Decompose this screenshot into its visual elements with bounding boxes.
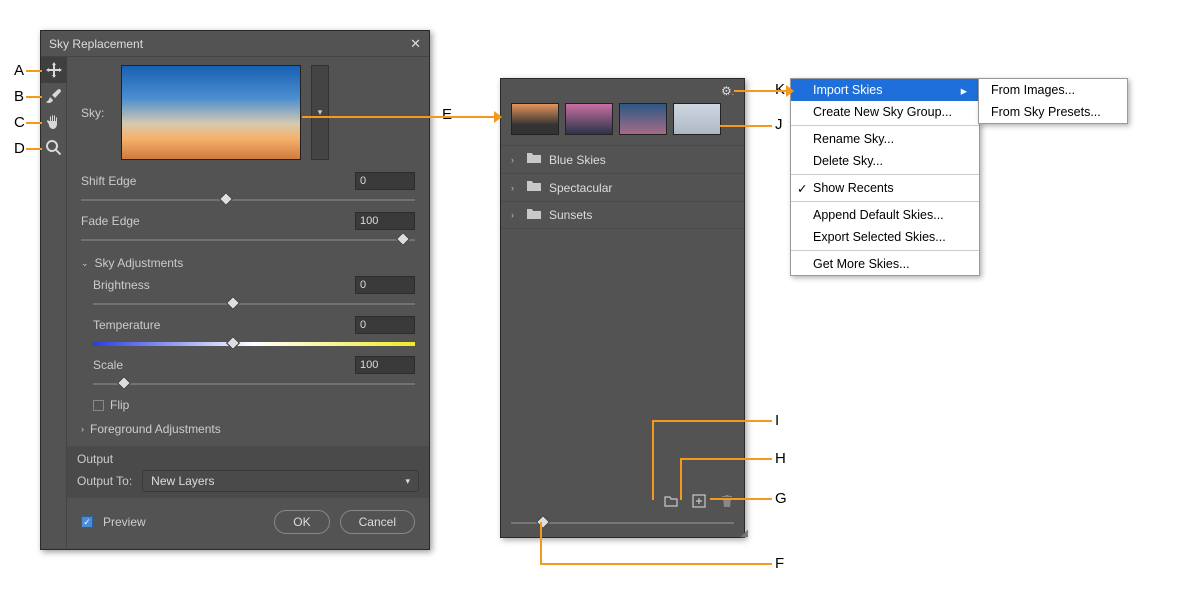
close-icon[interactable]: ✕ xyxy=(410,31,421,57)
chevron-down-icon: ▾ xyxy=(405,476,410,487)
fade-edge-slider[interactable] xyxy=(81,234,415,246)
import-submenu: From Images... From Sky Presets... xyxy=(978,78,1128,124)
import-icon[interactable] xyxy=(664,494,678,511)
menu-create-group[interactable]: Create New Sky Group... xyxy=(791,101,979,123)
fade-edge-input[interactable] xyxy=(355,212,415,230)
brush-tool[interactable] xyxy=(41,83,67,109)
gear-context-menu: Import Skies▸ Create New Sky Group... Re… xyxy=(790,78,980,276)
brightness-label: Brightness xyxy=(93,278,150,292)
callout-I: I xyxy=(775,412,779,429)
move-tool[interactable] xyxy=(41,57,67,83)
flip-label: Flip xyxy=(110,398,129,412)
temperature-label: Temperature xyxy=(93,318,160,332)
folder-sunsets[interactable]: ›Sunsets xyxy=(501,201,744,229)
callout-H: H xyxy=(775,450,786,467)
preview-checkbox[interactable]: ✓ xyxy=(81,516,93,528)
recent-sky-thumb[interactable] xyxy=(673,103,721,135)
menu-separator xyxy=(791,201,979,202)
folder-icon xyxy=(527,152,541,167)
dialog-titlebar[interactable]: Sky Replacement ✕ xyxy=(41,31,429,57)
sky-label: Sky: xyxy=(81,106,111,120)
chevron-right-icon: › xyxy=(511,155,519,165)
ok-button[interactable]: OK xyxy=(274,510,329,534)
gear-icon[interactable]: ⚙. xyxy=(721,84,734,98)
scale-label: Scale xyxy=(93,358,123,372)
brightness-slider[interactable] xyxy=(93,298,415,310)
menu-import-skies[interactable]: Import Skies▸ xyxy=(791,79,979,101)
flip-checkbox-row[interactable]: Flip xyxy=(93,398,415,412)
cancel-button[interactable]: Cancel xyxy=(340,510,415,534)
callout-C: C xyxy=(14,114,25,131)
submenu-from-presets[interactable]: From Sky Presets... xyxy=(979,101,1127,123)
folder-spectacular[interactable]: ›Spectacular xyxy=(501,173,744,201)
checkmark-icon: ✓ xyxy=(797,181,807,196)
sky-adjustments-section[interactable]: ⌄Sky Adjustments xyxy=(81,256,415,270)
trash-icon[interactable] xyxy=(720,494,734,511)
menu-separator xyxy=(791,174,979,175)
menu-show-recents[interactable]: ✓Show Recents xyxy=(791,177,979,199)
folder-blue-skies[interactable]: ›Blue Skies xyxy=(501,145,744,173)
scale-input[interactable] xyxy=(355,356,415,374)
menu-export-selected[interactable]: Export Selected Skies... xyxy=(791,226,979,248)
menu-delete-sky[interactable]: Delete Sky... xyxy=(791,150,979,172)
menu-separator xyxy=(791,250,979,251)
sky-recents-row xyxy=(501,103,744,141)
shift-edge-input[interactable] xyxy=(355,172,415,190)
thumbnail-size-slider[interactable] xyxy=(511,517,734,529)
sky-replacement-dialog: Sky Replacement ✕ Sky: ▾ Shift Edge xyxy=(40,30,430,550)
recent-sky-thumb[interactable] xyxy=(511,103,559,135)
foreground-adjustments-section[interactable]: ›Foreground Adjustments xyxy=(81,422,415,436)
temperature-slider[interactable] xyxy=(93,338,415,350)
chevron-right-icon: › xyxy=(511,183,519,193)
dialog-title: Sky Replacement xyxy=(49,31,143,57)
output-to-select[interactable]: New Layers▾ xyxy=(142,470,419,492)
callout-F: F xyxy=(775,555,784,572)
resize-grip[interactable]: ◢ xyxy=(740,528,746,539)
menu-rename-sky[interactable]: Rename Sky... xyxy=(791,128,979,150)
callout-A: A xyxy=(14,62,24,79)
callout-J: J xyxy=(775,116,783,133)
callout-D: D xyxy=(14,140,25,157)
brightness-input[interactable] xyxy=(355,276,415,294)
chevron-right-icon: › xyxy=(511,210,519,220)
recent-sky-thumb[interactable] xyxy=(565,103,613,135)
preview-label: Preview xyxy=(103,515,146,529)
folder-icon xyxy=(527,180,541,195)
folder-icon xyxy=(527,208,541,223)
chevron-right-icon: › xyxy=(81,424,84,434)
scale-slider[interactable] xyxy=(93,378,415,390)
fade-edge-label: Fade Edge xyxy=(81,214,140,228)
submenu-from-images[interactable]: From Images... xyxy=(979,79,1127,101)
menu-separator xyxy=(791,125,979,126)
output-heading: Output xyxy=(77,452,419,466)
hand-tool[interactable] xyxy=(41,109,67,135)
shift-edge-label: Shift Edge xyxy=(81,174,136,188)
callout-B: B xyxy=(14,88,24,105)
flip-checkbox[interactable] xyxy=(93,400,104,411)
menu-append-default[interactable]: Append Default Skies... xyxy=(791,204,979,226)
temperature-input[interactable] xyxy=(355,316,415,334)
chevron-right-icon: ▸ xyxy=(961,83,967,98)
output-to-label: Output To: xyxy=(77,474,132,488)
menu-get-more[interactable]: Get More Skies... xyxy=(791,253,979,275)
callout-G: G xyxy=(775,490,787,507)
new-preset-icon[interactable] xyxy=(692,494,706,511)
zoom-tool[interactable] xyxy=(41,135,67,161)
recent-sky-thumb[interactable] xyxy=(619,103,667,135)
shift-edge-slider[interactable] xyxy=(81,194,415,206)
sky-picker-panel: ⚙. ›Blue Skies ›Spectacular ›Sunsets ◢ xyxy=(500,78,745,538)
sky-dropdown-button[interactable]: ▾ xyxy=(311,65,329,160)
toolstrip xyxy=(41,57,67,549)
chevron-down-icon: ⌄ xyxy=(81,258,89,269)
sky-thumbnail xyxy=(121,65,301,160)
callout-E: E xyxy=(442,106,452,123)
